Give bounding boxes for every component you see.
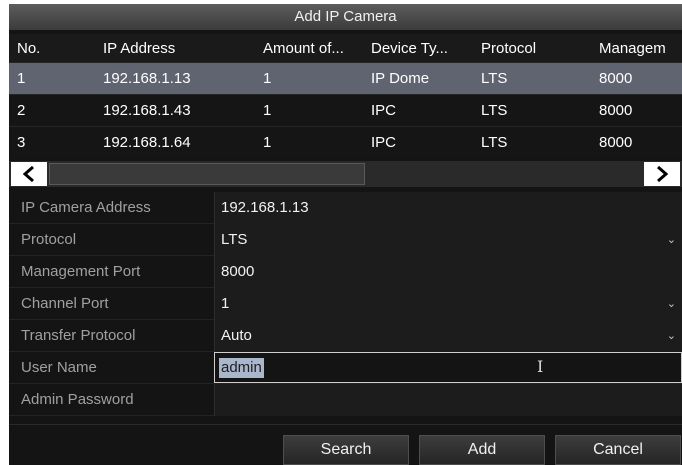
camera-form: IP Camera Address 192.168.1.13 Protocol … — [9, 192, 682, 416]
row-device-type: IP Dome — [371, 70, 430, 87]
transfer-protocol-row: Transfer Protocol Auto ⌄ — [9, 320, 682, 352]
channel-port-select[interactable]: 1 ⌄ — [214, 288, 682, 320]
dialog-title: Add IP Camera — [9, 4, 682, 30]
table-row[interactable]: 2 192.168.1.43 1 IPC LTS 8000 — [9, 94, 682, 126]
row-ip-address: 192.168.1.13 — [103, 70, 191, 87]
management-port-label: Management Port — [21, 263, 141, 280]
header-management-port[interactable]: Managem — [599, 40, 682, 57]
protocol-select[interactable]: LTS ⌄ — [214, 224, 682, 256]
username-label: User Name — [21, 359, 97, 376]
header-protocol[interactable]: Protocol — [481, 40, 591, 57]
header-ip-address[interactable]: IP Address — [103, 40, 253, 57]
add-ip-camera-dialog: Add IP Camera No. IP Address Amount of..… — [9, 4, 682, 465]
transfer-protocol-value: Auto — [221, 327, 252, 344]
button-bar: Search Add Cancel — [9, 424, 682, 465]
row-protocol: LTS — [481, 70, 508, 87]
table-row[interactable]: 3 192.168.1.64 1 IPC LTS 8000 — [9, 126, 682, 158]
ip-address-field[interactable]: 192.168.1.13 — [214, 192, 682, 224]
table-header: No. IP Address Amount of... Device Ty...… — [9, 34, 682, 62]
cancel-button[interactable]: Cancel — [555, 435, 681, 465]
search-button[interactable]: Search — [283, 435, 409, 465]
text-cursor-icon: I — [537, 357, 544, 376]
password-label: Admin Password — [21, 391, 134, 408]
row-no: 2 — [17, 102, 26, 119]
scrollbar-thumb[interactable] — [49, 163, 365, 185]
protocol-value: LTS — [221, 231, 248, 248]
password-input[interactable] — [214, 384, 682, 416]
protocol-row: Protocol LTS ⌄ — [9, 224, 682, 256]
chevron-down-icon: ⌄ — [666, 234, 676, 246]
row-no: 1 — [17, 70, 26, 87]
row-amount: 1 — [263, 102, 272, 119]
ip-address-label: IP Camera Address — [21, 199, 151, 216]
chevron-right-icon[interactable] — [644, 162, 680, 186]
row-management-port: 8000 — [599, 102, 633, 119]
row-ip-address: 192.168.1.64 — [103, 134, 191, 151]
password-row: Admin Password — [9, 384, 682, 416]
camera-table: No. IP Address Amount of... Device Ty...… — [9, 34, 682, 158]
chevron-down-icon: ⌄ — [666, 330, 676, 342]
username-row: User Name admin I — [9, 352, 682, 384]
add-button[interactable]: Add — [419, 435, 545, 465]
row-protocol: LTS — [481, 102, 508, 119]
management-port-field[interactable]: 8000 — [214, 256, 682, 288]
row-management-port: 8000 — [599, 134, 633, 151]
username-input[interactable]: admin I — [214, 352, 682, 383]
channel-port-label: Channel Port — [21, 295, 109, 312]
transfer-protocol-select[interactable]: Auto ⌄ — [214, 320, 682, 352]
row-amount: 1 — [263, 70, 272, 87]
chevron-down-icon: ⌄ — [666, 298, 676, 310]
row-management-port: 8000 — [599, 70, 633, 87]
header-amount[interactable]: Amount of... — [263, 40, 363, 57]
management-port-value: 8000 — [221, 263, 255, 280]
channel-port-row: Channel Port 1 ⌄ — [9, 288, 682, 320]
transfer-protocol-label: Transfer Protocol — [21, 327, 136, 344]
ip-address-row: IP Camera Address 192.168.1.13 — [9, 192, 682, 224]
row-protocol: LTS — [481, 134, 508, 151]
row-device-type: IPC — [371, 102, 397, 119]
row-no: 3 — [17, 134, 26, 151]
protocol-label: Protocol — [21, 231, 77, 248]
row-ip-address: 192.168.1.43 — [103, 102, 191, 119]
header-no[interactable]: No. — [17, 40, 87, 57]
header-device-type[interactable]: Device Ty... — [371, 40, 481, 57]
row-amount: 1 — [263, 134, 272, 151]
row-device-type: IPC — [371, 134, 397, 151]
horizontal-scrollbar[interactable] — [9, 161, 682, 187]
chevron-left-icon[interactable] — [11, 162, 47, 186]
ip-address-value: 192.168.1.13 — [221, 199, 309, 216]
username-value: admin — [219, 358, 264, 378]
channel-port-value: 1 — [221, 295, 230, 312]
table-row[interactable]: 1 192.168.1.13 1 IP Dome LTS 8000 — [9, 62, 682, 94]
management-port-row: Management Port 8000 — [9, 256, 682, 288]
